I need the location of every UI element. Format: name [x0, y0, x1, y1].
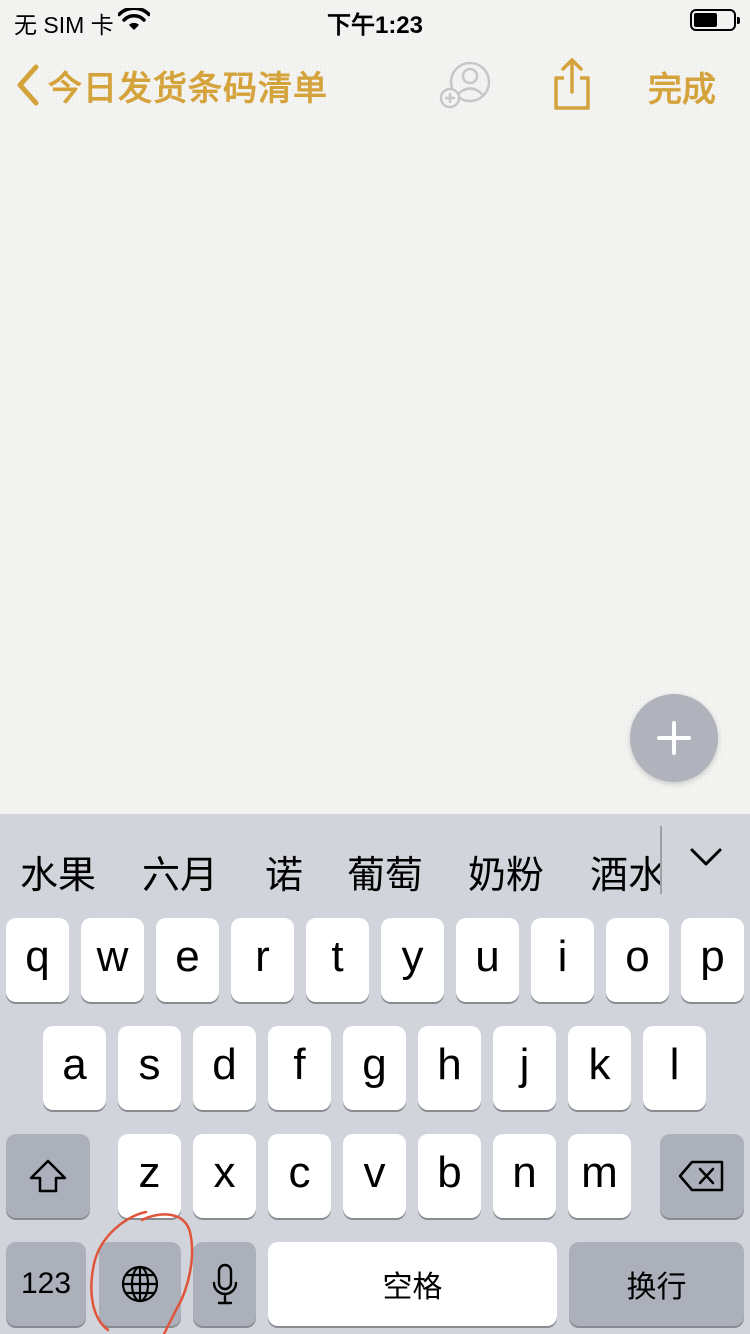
key-label: 空格 [382, 1271, 443, 1304]
key-a[interactable]: a [43, 1026, 106, 1110]
key-w[interactable]: w [81, 918, 144, 1002]
key-f[interactable]: f [268, 1026, 331, 1110]
key-c[interactable]: c [268, 1134, 331, 1218]
key-label: z [138, 1148, 161, 1197]
key-y[interactable]: y [381, 918, 444, 1002]
chevron-down-icon[interactable] [688, 844, 724, 872]
key-label: 换行 [626, 1271, 687, 1304]
key-label: i [557, 932, 568, 981]
globe-icon [121, 1265, 159, 1303]
key-label: q [25, 932, 50, 981]
note-canvas[interactable] [0, 0, 750, 814]
key-z[interactable]: z [118, 1134, 181, 1218]
delete-key[interactable] [660, 1134, 744, 1218]
key-label: g [362, 1040, 387, 1089]
return-key[interactable]: 换行 [569, 1242, 744, 1326]
key-label: j [519, 1040, 530, 1089]
key-label: o [625, 932, 650, 981]
keyboard: 水果 六月诺葡萄 奶粉 酒水 q w e r t y u i o p a s d f g h j k l z x c v b n m 12… [0, 814, 750, 1334]
candidate-word[interactable]: 酒水 [590, 844, 662, 899]
key-l[interactable]: l [643, 1026, 706, 1110]
candidate-word[interactable]: 水果 [20, 844, 96, 899]
key-label: u [475, 932, 500, 981]
plus-icon [657, 721, 691, 755]
candidate-divider [660, 826, 662, 894]
key-e[interactable]: e [156, 918, 219, 1002]
shift-icon [29, 1159, 67, 1193]
chevron-left-icon [17, 64, 39, 106]
key-label: x [213, 1148, 236, 1197]
key-x[interactable]: x [193, 1134, 256, 1218]
back-button[interactable]: 今日发货条码清单 [14, 60, 328, 110]
candidate-word[interactable]: 奶粉 [468, 844, 544, 899]
key-u[interactable]: u [456, 918, 519, 1002]
key-r[interactable]: r [231, 918, 294, 1002]
key-label: n [512, 1148, 537, 1197]
key-q[interactable]: q [6, 918, 69, 1002]
candidate-word[interactable]: 诺 [265, 844, 303, 899]
numbers-key[interactable]: 123 [6, 1242, 86, 1326]
battery-icon [690, 9, 740, 31]
key-n[interactable]: n [493, 1134, 556, 1218]
key-j[interactable]: j [493, 1026, 556, 1110]
nav-bar: 今日发货条码清单 完成 [0, 50, 750, 120]
key-label: f [293, 1040, 306, 1089]
key-label: v [363, 1148, 386, 1197]
key-label: l [669, 1040, 680, 1089]
key-label: h [437, 1040, 462, 1089]
microphone-icon [212, 1263, 237, 1305]
key-label: 123 [20, 1267, 72, 1300]
key-o[interactable]: o [606, 918, 669, 1002]
key-v[interactable]: v [343, 1134, 406, 1218]
key-label: w [96, 932, 129, 981]
key-label: r [255, 932, 270, 981]
key-label: t [331, 932, 344, 981]
key-label: c [288, 1148, 311, 1197]
candidate-word[interactable]: 六月 [142, 844, 218, 899]
microphone-key[interactable] [193, 1242, 256, 1326]
floating-add-button[interactable] [630, 694, 718, 782]
key-p[interactable]: p [681, 918, 744, 1002]
key-k[interactable]: k [568, 1026, 631, 1110]
key-label: k [588, 1040, 611, 1089]
add-person-icon[interactable] [436, 58, 496, 110]
key-label: p [700, 932, 725, 981]
candidate-word[interactable]: 葡萄 [347, 844, 423, 899]
status-bar: 无 SIM 卡 下午1:23 [0, 0, 750, 40]
key-g[interactable]: g [343, 1026, 406, 1110]
key-t[interactable]: t [306, 918, 369, 1002]
key-label: m [581, 1148, 618, 1197]
clock: 下午1:23 [326, 12, 424, 39]
key-d[interactable]: d [193, 1026, 256, 1110]
shift-key[interactable] [6, 1134, 90, 1218]
key-s[interactable]: s [118, 1026, 181, 1110]
key-label: a [62, 1040, 87, 1089]
key-label: b [437, 1148, 462, 1197]
key-label: e [175, 932, 200, 981]
key-h[interactable]: h [418, 1026, 481, 1110]
key-i[interactable]: i [531, 918, 594, 1002]
candidate-bar: 水果 六月诺葡萄 奶粉 酒水 [0, 814, 750, 914]
key-label: s [138, 1040, 161, 1089]
share-icon[interactable] [548, 56, 596, 112]
back-button-label: 今日发货条码清单 [48, 69, 328, 108]
globe-key[interactable] [99, 1242, 181, 1326]
key-label: y [401, 932, 424, 981]
key-label: d [212, 1040, 237, 1089]
backspace-icon [678, 1160, 724, 1192]
space-key[interactable]: 空格 [268, 1242, 557, 1326]
key-m[interactable]: m [568, 1134, 631, 1218]
done-button[interactable]: 完成 [648, 62, 716, 111]
key-b[interactable]: b [418, 1134, 481, 1218]
